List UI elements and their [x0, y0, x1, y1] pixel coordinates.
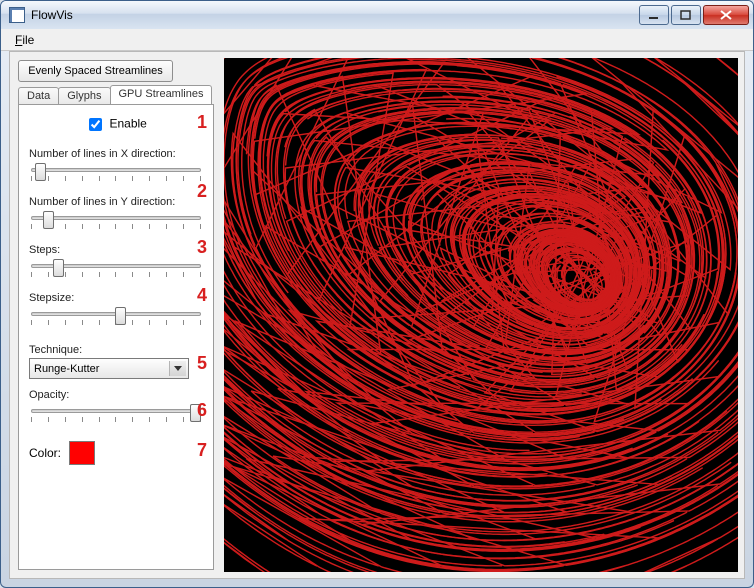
annotation-6: 6	[197, 401, 207, 419]
slider-thumb[interactable]	[115, 307, 126, 325]
slider-ticks	[31, 417, 201, 423]
close-icon	[719, 10, 733, 20]
menubar: File	[1, 29, 753, 51]
opacity-slider[interactable]	[29, 403, 203, 427]
color-swatch[interactable]	[69, 441, 95, 465]
technique-select[interactable]: Runge-Kutter	[29, 358, 189, 379]
slider-thumb[interactable]	[43, 211, 54, 229]
enable-row: Enable 1	[29, 115, 203, 134]
steps-slider[interactable]	[29, 258, 203, 282]
color-label: Color:	[29, 446, 61, 460]
steps-row: Steps: 3	[29, 244, 203, 282]
minimize-button[interactable]	[639, 5, 669, 25]
sidebar: Evenly Spaced Streamlines Data Glyphs GP…	[10, 52, 222, 578]
color-row: Color: 7	[29, 441, 203, 465]
annotation-7: 7	[197, 441, 207, 459]
stepsize-row: Stepsize: 4	[29, 292, 203, 330]
stepsize-slider[interactable]	[29, 306, 203, 330]
annotation-3: 3	[197, 238, 207, 256]
enable-label: Enable	[109, 117, 146, 131]
app-icon	[9, 7, 25, 23]
lines-x-row: Number of lines in X direction: 2	[29, 148, 203, 186]
stepsize-label: Stepsize:	[29, 292, 203, 304]
slider-thumb[interactable]	[35, 163, 46, 181]
annotation-5: 5	[197, 354, 207, 372]
lines-x-label: Number of lines in X direction:	[29, 148, 203, 160]
app-window: FlowVis File Evenly Spaced Streamlines D…	[0, 0, 754, 588]
slider-track	[31, 216, 201, 220]
tab-data[interactable]: Data	[18, 87, 59, 105]
opacity-row: Opacity: 6	[29, 389, 203, 427]
slider-track	[31, 168, 201, 172]
lines-x-slider[interactable]	[29, 162, 203, 186]
technique-label: Technique:	[29, 344, 203, 356]
steps-label: Steps:	[29, 244, 203, 256]
maximize-icon	[680, 10, 692, 20]
lines-y-row: Number of lines in Y direction:	[29, 196, 203, 234]
close-button[interactable]	[703, 5, 749, 25]
evenly-spaced-streamlines-button[interactable]: Evenly Spaced Streamlines	[18, 60, 173, 82]
menu-file[interactable]: File	[7, 31, 42, 49]
annotation-1: 1	[197, 113, 207, 131]
slider-track	[31, 409, 201, 413]
enable-checkbox[interactable]	[89, 118, 102, 131]
tab-strip: Data Glyphs GPU Streamlines	[18, 84, 214, 104]
minimize-icon	[648, 10, 660, 20]
slider-thumb[interactable]	[53, 259, 64, 277]
opacity-label: Opacity:	[29, 389, 203, 401]
chevron-down-icon	[169, 361, 186, 376]
client-area: Evenly Spaced Streamlines Data Glyphs GP…	[9, 51, 745, 579]
lines-y-slider[interactable]	[29, 210, 203, 234]
technique-value: Runge-Kutter	[34, 363, 99, 375]
gpu-streamlines-panel: Enable 1 Number of lines in X direction:…	[18, 104, 214, 570]
technique-row: Technique: Runge-Kutter 5	[29, 344, 203, 379]
tab-glyphs[interactable]: Glyphs	[58, 87, 110, 105]
window-buttons	[639, 5, 749, 25]
window-title: FlowVis	[31, 8, 73, 22]
titlebar[interactable]: FlowVis	[1, 1, 753, 29]
tab-gpu-streamlines[interactable]: GPU Streamlines	[110, 85, 213, 104]
visualization-canvas	[224, 58, 738, 572]
lines-y-label: Number of lines in Y direction:	[29, 196, 203, 208]
slider-ticks	[31, 224, 201, 230]
slider-ticks	[31, 176, 201, 182]
streamlines-svg	[224, 58, 738, 572]
maximize-button[interactable]	[671, 5, 701, 25]
annotation-4: 4	[197, 286, 207, 304]
